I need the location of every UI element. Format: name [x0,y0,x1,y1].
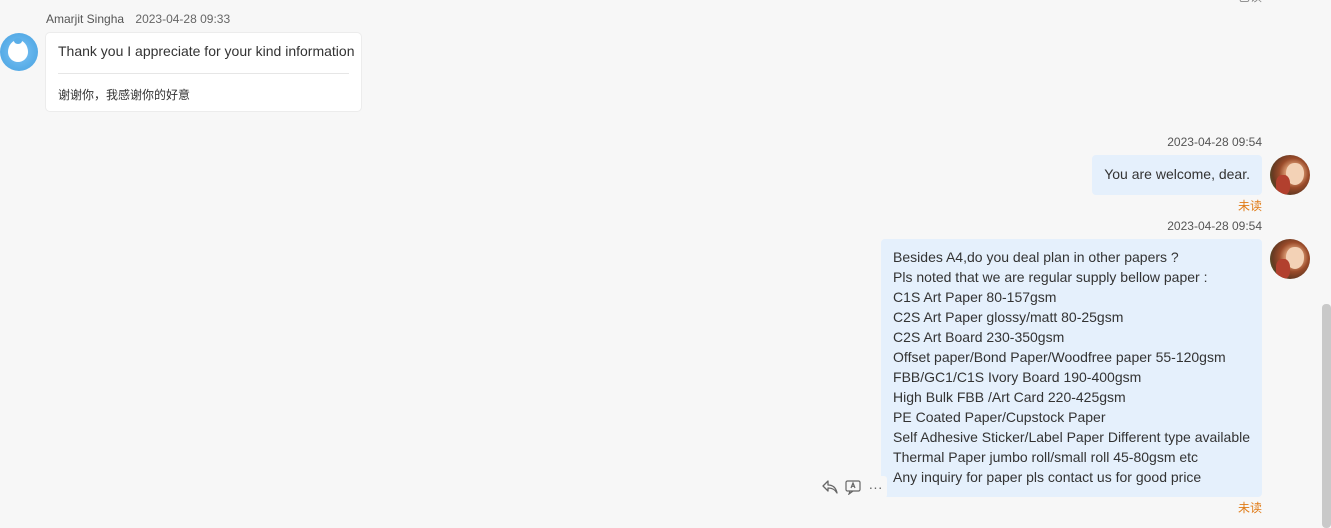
message-line: Self Adhesive Sticker/Label Paper Differ… [893,429,1250,445]
translate-icon[interactable] [844,479,861,496]
reply-icon[interactable] [821,479,838,496]
message-line: Offset paper/Bond Paper/Woodfree paper 5… [893,349,1226,365]
message-line: C2S Art Board 230-350gsm [893,329,1065,345]
chat-panel: 已读 Amarjit Singha 2023-04-28 09:33 Thank… [0,0,1331,528]
message-line: Pls noted that we are regular supply bel… [893,269,1208,285]
unread-status: 未读 [1237,501,1262,515]
outgoing-message-bubble[interactable]: Besides A4,do you deal plan in other pap… [881,239,1262,497]
outgoing-message-bubble[interactable]: You are welcome, dear. [1092,155,1262,195]
message-text: Thank you I appreciate for your kind inf… [58,43,355,59]
my-avatar[interactable] [1270,239,1310,279]
unread-status: 未读 [1237,199,1262,213]
message-line: Besides A4,do you deal plan in other pap… [893,249,1179,265]
sender-avatar[interactable] [0,33,38,71]
incoming-message-bubble[interactable]: Thank you I appreciate for your kind inf… [46,33,361,111]
translation-divider [58,73,349,74]
message-time: 2023-04-28 09:54 [1167,219,1262,233]
sender-name: Amarjit Singha [46,12,125,26]
translated-text: 谢谢你，我感谢你的好意 [58,88,191,102]
message-text: You are welcome, dear. [1104,166,1250,182]
message-line: C2S Art Paper glossy/matt 80-25gsm [893,309,1124,325]
message-time: 2023-04-28 09:54 [1167,135,1262,149]
message-time: 2023-04-28 09:33 [135,12,231,26]
message-line: High Bulk FBB /Art Card 220-425gsm [893,389,1126,405]
my-avatar[interactable] [1270,155,1310,195]
message-line: Thermal Paper jumbo roll/small roll 45-8… [893,449,1199,465]
more-icon[interactable]: ··· [867,479,884,496]
chat-scrollbar[interactable] [1322,304,1331,528]
message-line: PE Coated Paper/Cupstock Paper [893,409,1106,425]
message-line: C1S Art Paper 80-157gsm [893,289,1057,305]
message-action-bar: ··· [818,476,887,498]
message-line: Any inquiry for paper pls contact us for… [893,469,1202,485]
previous-read-status: 已读 [1238,0,1262,5]
incoming-message-header: Amarjit Singha 2023-04-28 09:33 [46,12,230,26]
message-line: FBB/GC1/C1S Ivory Board 190-400gsm [893,369,1142,385]
